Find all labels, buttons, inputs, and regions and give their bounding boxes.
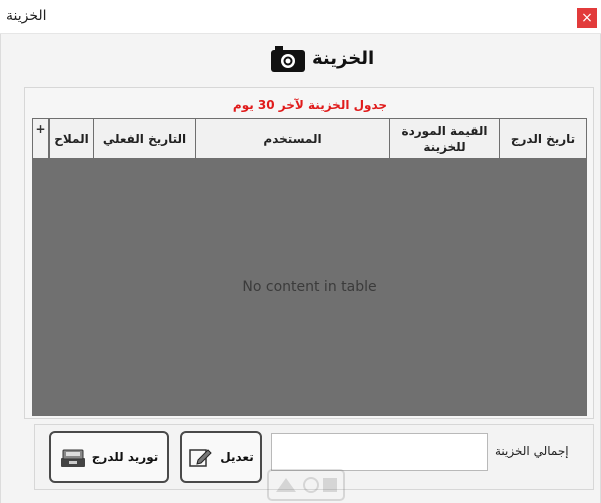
table-header: + الملاح التاريخ الفعلي المستخدم القيمة … bbox=[33, 119, 586, 159]
page-title: الخزينة bbox=[312, 48, 375, 69]
column-header-notes[interactable]: الملاح bbox=[49, 119, 93, 159]
treasury-table[interactable]: + الملاح التاريخ الفعلي المستخدم القيمة … bbox=[32, 118, 587, 416]
column-menu-button[interactable]: + bbox=[33, 119, 49, 159]
column-header-drawer-date[interactable]: تاريخ الدرج bbox=[499, 119, 586, 159]
title-bar: الخزينة × bbox=[0, 0, 601, 34]
edit-pencil-icon bbox=[189, 449, 212, 467]
supply-drawer-label: توريد للدرج bbox=[91, 450, 159, 464]
treasury-total-label: إجمالي الخزينة bbox=[495, 444, 569, 458]
column-header-supplied-amount[interactable]: القيمة الموردة للخزينة bbox=[389, 119, 499, 159]
camera-icon bbox=[271, 46, 305, 72]
table-caption: جدول الخزينة لآخر 30 يوم bbox=[232, 98, 388, 112]
table-panel: جدول الخزينة لآخر 30 يوم + الملاح التاري… bbox=[24, 87, 594, 419]
supply-drawer-button[interactable]: توريد للدرج bbox=[49, 431, 169, 483]
watermark-logo bbox=[267, 469, 345, 501]
close-button[interactable]: × bbox=[577, 8, 597, 28]
treasury-total-input[interactable] bbox=[271, 433, 488, 471]
window-title: الخزينة bbox=[6, 8, 47, 24]
cash-register-icon bbox=[60, 449, 85, 467]
column-header-actual-date[interactable]: التاريخ الفعلي bbox=[93, 119, 195, 159]
edit-button-label: تعديل bbox=[220, 450, 254, 464]
empty-table-message: No content in table bbox=[242, 279, 377, 295]
edit-button[interactable]: تعديل bbox=[180, 431, 262, 483]
page-header: الخزينة bbox=[0, 42, 601, 76]
column-header-user[interactable]: المستخدم bbox=[195, 119, 389, 159]
